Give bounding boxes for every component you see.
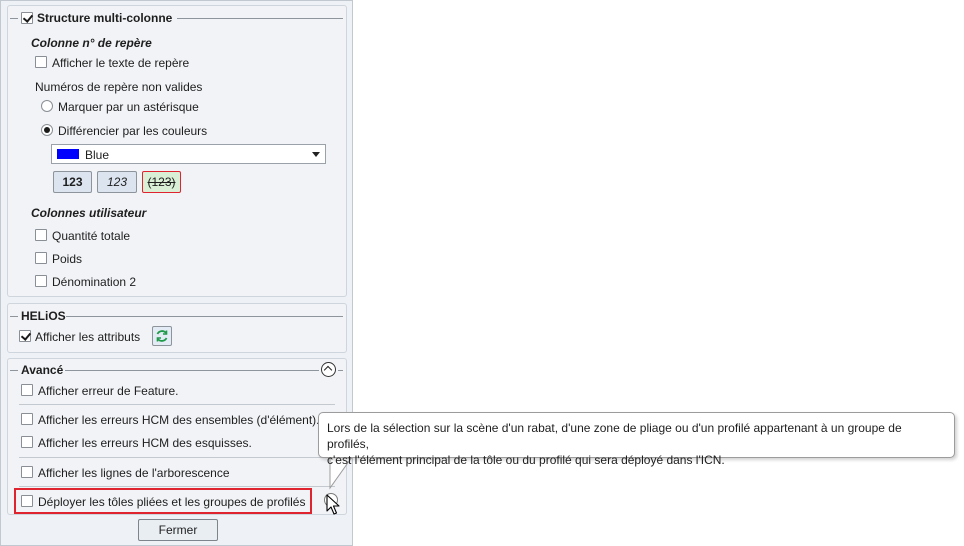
avance-title-rule bbox=[65, 370, 319, 371]
radio-asterisque[interactable] bbox=[41, 100, 53, 112]
collapse-icon[interactable] bbox=[321, 362, 336, 377]
poids-label[interactable]: Poids bbox=[52, 252, 82, 266]
avance-title-rule-right bbox=[338, 370, 343, 371]
afficher-attributs-label[interactable]: Afficher les attributs bbox=[35, 330, 140, 344]
refresh-icon bbox=[156, 330, 168, 342]
numeros-label: Numéros de repère non valides bbox=[35, 80, 203, 94]
structure-title: Structure multi-colonne bbox=[37, 11, 173, 25]
refresh-button[interactable] bbox=[152, 326, 172, 346]
fermer-button[interactable]: Fermer bbox=[138, 519, 218, 541]
structure-title-rule-left bbox=[10, 18, 18, 19]
highlight-box bbox=[14, 488, 312, 514]
feature-error-checkbox[interactable] bbox=[21, 384, 33, 396]
avance-title-rule-left bbox=[10, 370, 18, 371]
structure-title-rule bbox=[177, 18, 343, 19]
quantite-totale-label[interactable]: Quantité totale bbox=[52, 229, 130, 243]
structure-checkbox[interactable] bbox=[21, 12, 33, 24]
colonnes-utilisateur-heading: Colonnes utilisateur bbox=[31, 206, 147, 220]
helios-title-rule bbox=[66, 316, 343, 317]
radio-asterisque-label[interactable]: Marquer par un astérisque bbox=[58, 100, 199, 114]
hcm-esquisses-checkbox[interactable] bbox=[21, 436, 33, 448]
separator bbox=[19, 457, 335, 458]
strike-style-button[interactable]: (123) bbox=[142, 171, 181, 193]
radio-couleurs[interactable] bbox=[41, 124, 53, 136]
tooltip-line-2: c'est l'élément principal de la tôle ou … bbox=[327, 453, 725, 467]
hcm-ensembles-checkbox[interactable] bbox=[21, 413, 33, 425]
helios-title: HELiOS bbox=[21, 309, 66, 323]
denomination-label[interactable]: Dénomination 2 bbox=[52, 275, 136, 289]
radio-couleurs-label[interactable]: Différencier par les couleurs bbox=[58, 124, 207, 138]
bold-style-button[interactable]: 123 bbox=[53, 171, 92, 193]
color-select-value: Blue bbox=[85, 148, 110, 162]
afficher-attributs-checkbox[interactable] bbox=[19, 330, 31, 342]
fermer-label: Fermer bbox=[158, 523, 198, 537]
colonne-heading: Colonne n° de repère bbox=[31, 36, 152, 50]
feature-error-label[interactable]: Afficher erreur de Feature. bbox=[38, 384, 179, 398]
avance-title: Avancé bbox=[21, 363, 64, 377]
italic-style-label: 123 bbox=[106, 175, 128, 189]
lignes-arborescence-label[interactable]: Afficher les lignes de l'arborescence bbox=[38, 466, 230, 480]
italic-style-button[interactable]: 123 bbox=[97, 171, 137, 193]
color-select[interactable]: Blue bbox=[51, 144, 326, 164]
hcm-esquisses-label[interactable]: Afficher les erreurs HCM des esquisses. bbox=[38, 436, 252, 450]
quantite-totale-checkbox[interactable] bbox=[35, 229, 47, 241]
settings-panel: Structure multi-colonne Colonne n° de re… bbox=[0, 0, 353, 546]
afficher-texte-label[interactable]: Afficher le texte de repère bbox=[52, 56, 189, 70]
chevron-down-icon bbox=[312, 152, 320, 157]
afficher-texte-checkbox[interactable] bbox=[35, 56, 47, 68]
strike-style-label: (123) bbox=[147, 175, 176, 189]
bold-style-label: 123 bbox=[62, 175, 83, 189]
lignes-arborescence-checkbox[interactable] bbox=[21, 466, 33, 478]
hcm-ensembles-label[interactable]: Afficher les erreurs HCM des ensembles (… bbox=[38, 413, 320, 427]
denomination-checkbox[interactable] bbox=[35, 275, 47, 287]
tooltip: Lors de la sélection sur la scène d'un r… bbox=[318, 412, 955, 467]
cursor-icon bbox=[326, 494, 340, 515]
color-swatch bbox=[57, 149, 79, 159]
helios-title-rule-left bbox=[10, 316, 18, 317]
poids-checkbox[interactable] bbox=[35, 252, 47, 264]
separator bbox=[19, 486, 335, 487]
tooltip-line-1: Lors de la sélection sur la scène d'un r… bbox=[327, 421, 902, 451]
separator bbox=[19, 404, 335, 405]
